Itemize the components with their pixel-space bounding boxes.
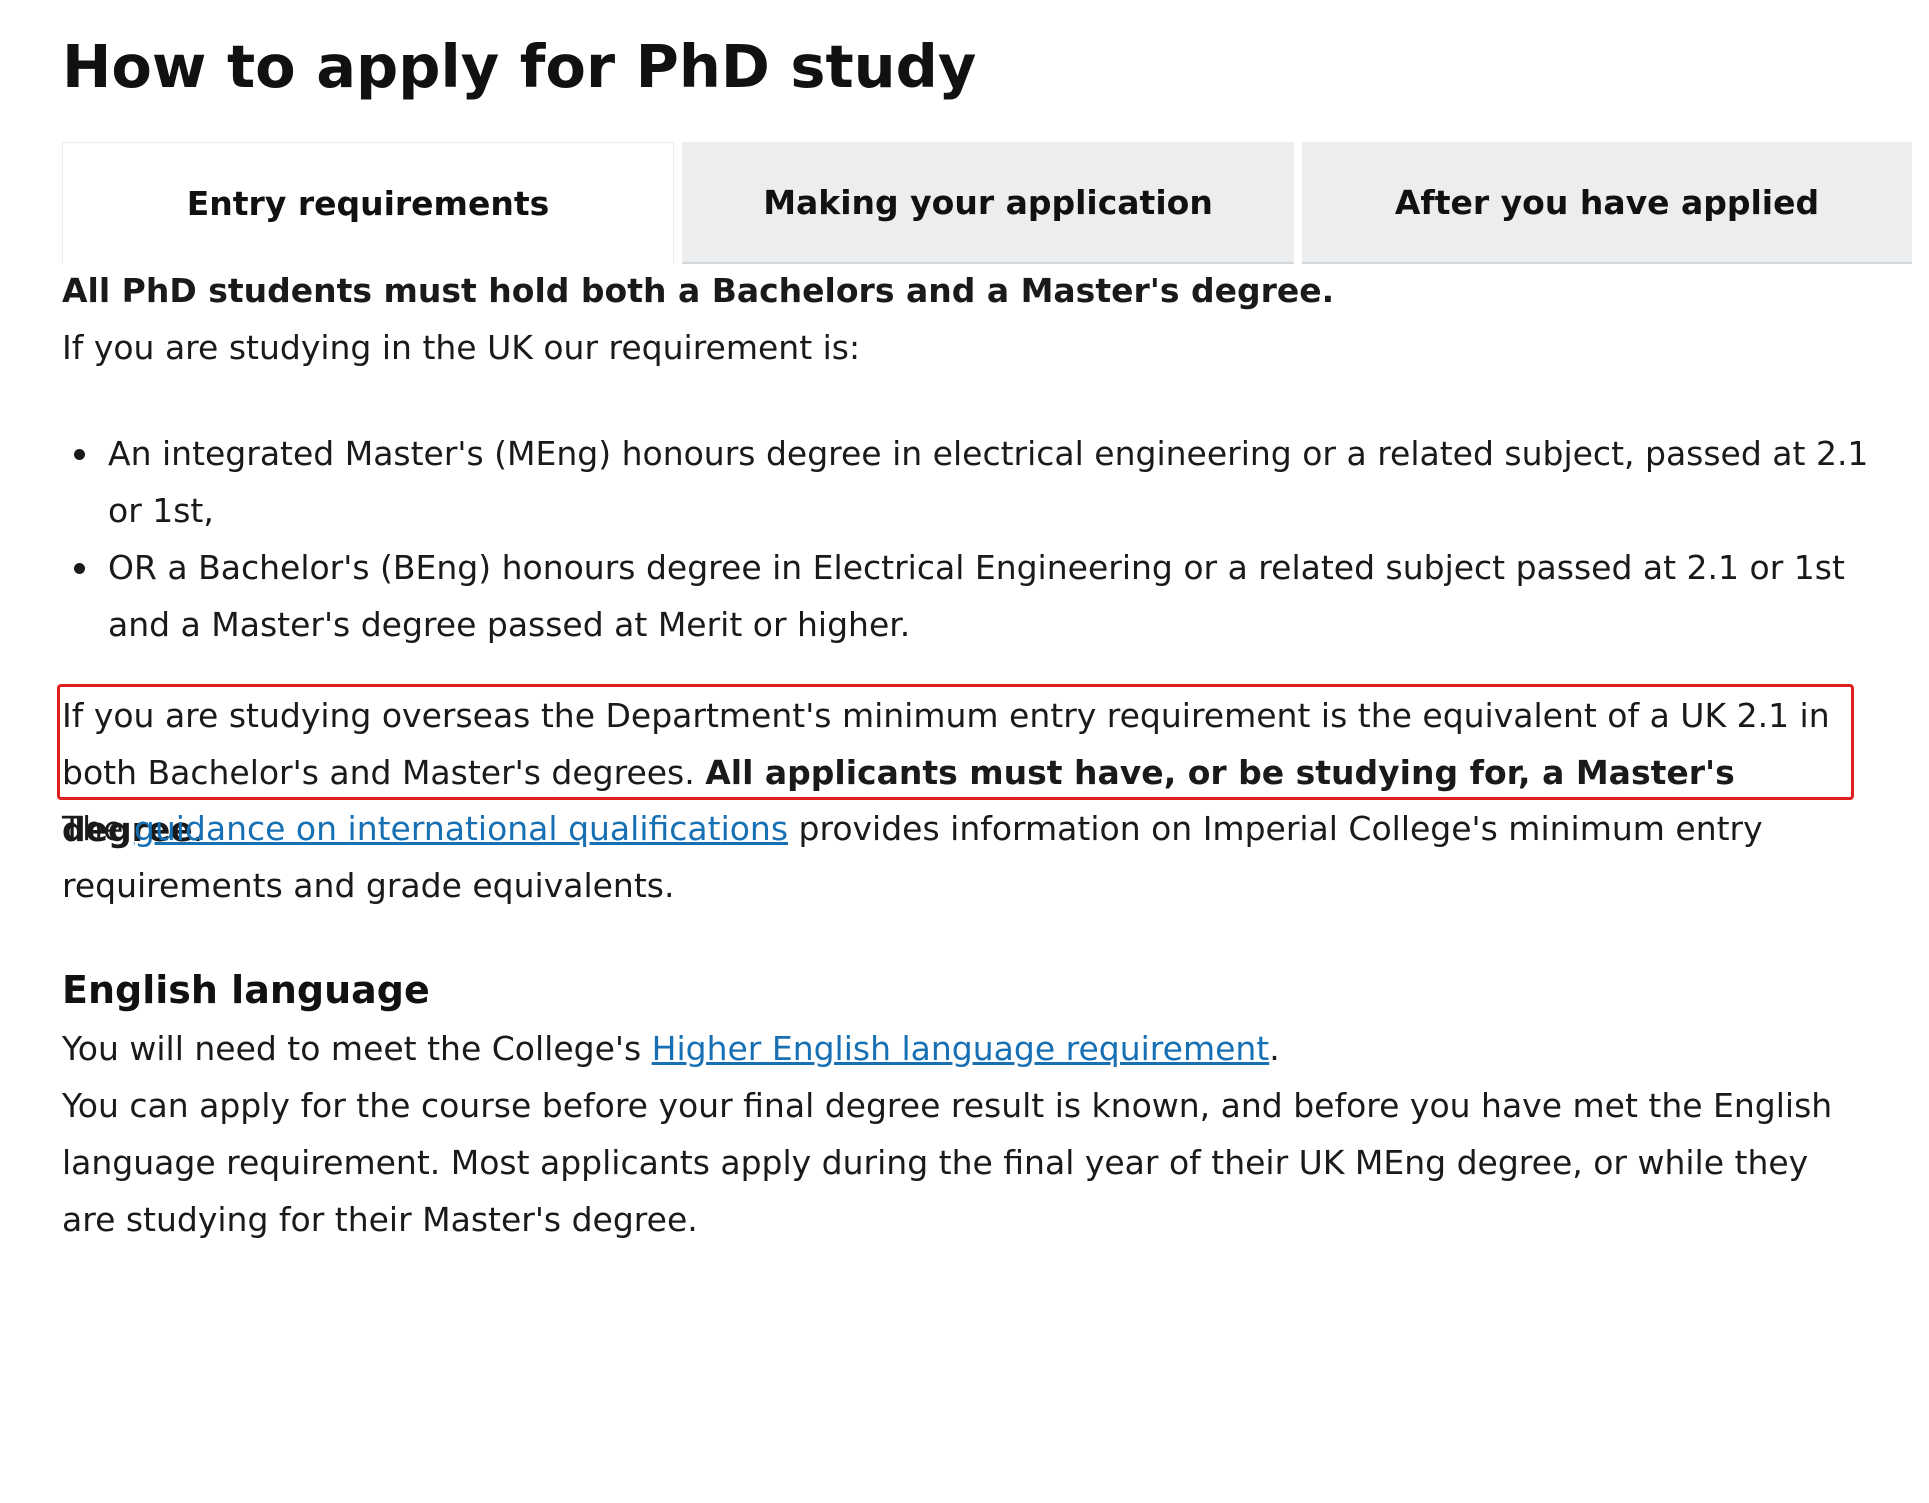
- english-req-prefix: You will need to meet the College's: [62, 1029, 652, 1068]
- english-requirement-paragraph: You will need to meet the College's High…: [62, 1020, 1872, 1077]
- uk-requirements-list: An integrated Master's (MEng) honours de…: [62, 425, 1872, 653]
- uk-intro-text: If you are studying in the UK our requir…: [62, 328, 861, 367]
- lead-statement: All PhD students must hold both a Bachel…: [62, 271, 1335, 310]
- english-language-heading: English language: [62, 968, 430, 1012]
- apply-before-result-paragraph: You can apply for the course before your…: [62, 1086, 1833, 1239]
- tab-entry-requirements[interactable]: Entry requirements: [62, 142, 674, 264]
- guidance-prefix: The: [62, 809, 134, 848]
- page-title: How to apply for PhD study: [62, 32, 977, 101]
- tab-making-your-application[interactable]: Making your application: [682, 142, 1294, 264]
- english-req-suffix: .: [1269, 1029, 1280, 1068]
- tab-bar: Entry requirements Making your applicati…: [62, 142, 1912, 264]
- overseas-requirement-highlight: If you are studying overseas the Departm…: [57, 684, 1854, 849]
- tab-panel-entry-requirements: All PhD students must hold both a Bachel…: [57, 262, 1872, 1248]
- list-item: OR a Bachelor's (BEng) honours degree in…: [74, 539, 1872, 653]
- international-qualifications-link[interactable]: guidance on international qualifications: [134, 809, 788, 848]
- higher-english-requirement-link[interactable]: Higher English language requirement: [652, 1029, 1270, 1068]
- list-item: An integrated Master's (MEng) honours de…: [74, 425, 1872, 539]
- guidance-paragraph: The guidance on international qualificat…: [62, 800, 1872, 914]
- tab-after-you-have-applied[interactable]: After you have applied: [1302, 142, 1912, 264]
